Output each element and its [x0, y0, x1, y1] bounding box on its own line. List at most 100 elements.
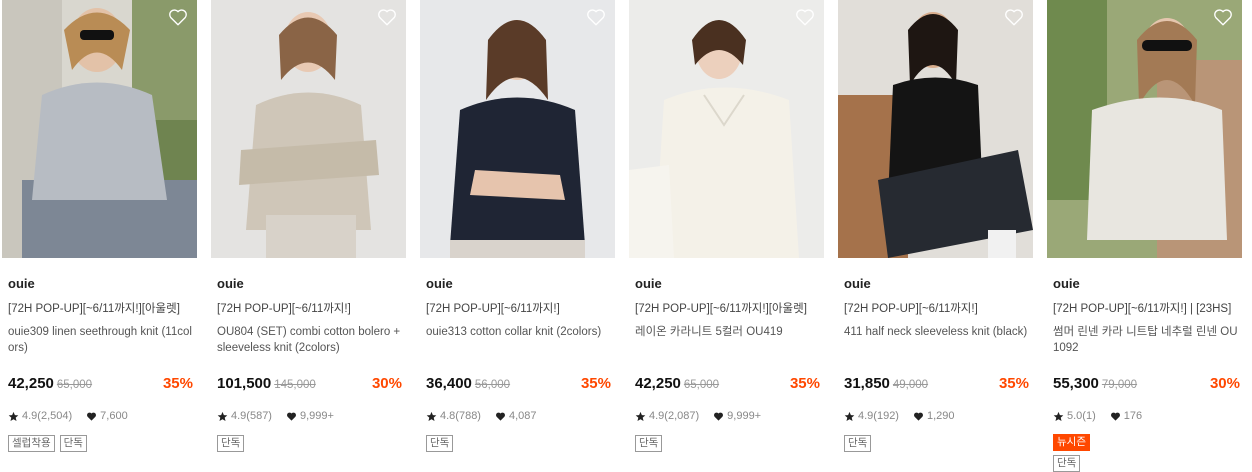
- price: 55,300 79,000: [1053, 375, 1137, 392]
- brand-name[interactable]: ouie: [8, 276, 35, 291]
- sale-price: 36,400: [426, 375, 472, 392]
- promo-text: [72H POP-UP][~6/11까지!][아울렛]: [635, 303, 807, 315]
- product-name[interactable]: OU804 (SET) combi cotton bolero + sleeve…: [217, 324, 403, 356]
- promo-text: [72H POP-UP][~6/11까지!]: [217, 303, 351, 315]
- likes-count: 7,600: [100, 410, 128, 422]
- product-grid: ouie [72H POP-UP][~6/11까지!][아울렛] ouie309…: [0, 0, 1252, 472]
- product-name[interactable]: ouie309 linen seethrough knit (11colors): [8, 324, 194, 356]
- star-icon: [8, 411, 19, 422]
- tag-list: 단독: [635, 435, 825, 452]
- price: 31,850 49,000: [844, 375, 928, 392]
- sale-price: 31,850: [844, 375, 890, 392]
- tag-list: 단독: [217, 435, 407, 452]
- likes-count: 9,999+: [299, 410, 334, 422]
- product-image[interactable]: [629, 0, 824, 258]
- likes-count: 1,290: [926, 410, 955, 422]
- discount-rate: 35%: [580, 375, 611, 392]
- likes-count: 176: [1123, 410, 1143, 422]
- heart-outline-icon[interactable]: [167, 6, 189, 28]
- product-image[interactable]: [420, 0, 615, 258]
- brand-name[interactable]: ouie: [844, 276, 871, 291]
- product-name[interactable]: 썸머 린넨 카라 니트탑 네추럴 린넨 OU1092: [1053, 324, 1239, 356]
- tag-list: 단독: [426, 435, 616, 452]
- promo-text: [72H POP-UP][~6/11까지!]: [426, 303, 560, 315]
- brand-name[interactable]: ouie: [217, 276, 244, 291]
- rating: 4.9(2,504): [22, 410, 73, 422]
- tag-celeb: 셀럽착용: [8, 435, 55, 452]
- star-icon: [844, 411, 855, 422]
- heart-outline-icon[interactable]: [1003, 6, 1025, 28]
- heart-filled-icon: [286, 411, 297, 422]
- original-price: 145,000: [274, 379, 316, 391]
- product-meta: 4.9(2,087) 9,999+: [635, 410, 761, 422]
- star-icon: [1053, 411, 1064, 422]
- heart-outline-icon[interactable]: [376, 6, 398, 28]
- star-icon: [217, 411, 228, 422]
- price: 36,400 56,000: [426, 375, 510, 392]
- heart-filled-icon: [1110, 411, 1121, 422]
- product-image[interactable]: [211, 0, 406, 258]
- tag-exclusive: 단독: [844, 435, 872, 452]
- discount-rate: 35%: [998, 375, 1029, 392]
- heart-outline-icon[interactable]: [1212, 6, 1234, 28]
- star-icon: [426, 411, 437, 422]
- rating: 4.9(587): [231, 410, 272, 422]
- tag-exclusive: 단독: [1053, 455, 1081, 472]
- price: 101,500 145,000: [217, 375, 316, 392]
- original-price: 65,000: [683, 379, 720, 391]
- heart-outline-icon[interactable]: [585, 6, 607, 28]
- heart-filled-icon: [495, 411, 506, 422]
- promo-text: [72H POP-UP][~6/11까지!] | [23HS]: [1053, 303, 1232, 315]
- sale-price: 55,300: [1053, 375, 1099, 392]
- product-card[interactable]: ouie [72H POP-UP][~6/11까지!] OU804 (SET) …: [211, 0, 406, 470]
- heart-outline-icon[interactable]: [794, 6, 816, 28]
- tag-exclusive: 단독: [635, 435, 663, 452]
- product-card[interactable]: ouie [72H POP-UP][~6/11까지!][아울렛] ouie309…: [2, 0, 197, 470]
- product-image[interactable]: [2, 0, 197, 258]
- heart-filled-icon: [913, 411, 924, 422]
- product-image[interactable]: [838, 0, 1033, 258]
- heart-filled-icon: [86, 411, 97, 422]
- product-meta: 5.0(1) 176: [1053, 410, 1142, 422]
- rating: 4.9(2,087): [649, 410, 700, 422]
- brand-name[interactable]: ouie: [426, 276, 453, 291]
- tag-list: 뉴시즌 단독: [1053, 434, 1243, 472]
- tag-list: 셀럽착용 단독: [8, 435, 198, 452]
- product-image[interactable]: [1047, 0, 1242, 258]
- rating: 5.0(1): [1067, 410, 1096, 422]
- tag-list: 단독: [844, 435, 1034, 452]
- product-card[interactable]: ouie [72H POP-UP][~6/11까지!][아울렛] 레이온 카라니…: [629, 0, 824, 470]
- star-icon: [635, 411, 646, 422]
- price: 42,250 65,000: [635, 375, 719, 392]
- product-name[interactable]: 레이온 카라니트 5컬러 OU419: [635, 324, 821, 340]
- product-card[interactable]: ouie [72H POP-UP][~6/11까지!] ouie313 cott…: [420, 0, 615, 470]
- heart-filled-icon: [713, 411, 724, 422]
- tag-exclusive: 단독: [217, 435, 245, 452]
- sale-price: 101,500: [217, 375, 272, 392]
- discount-rate: 35%: [162, 375, 193, 392]
- promo-text: [72H POP-UP][~6/11까지!]: [844, 303, 978, 315]
- original-price: 56,000: [474, 379, 511, 391]
- product-meta: 4.9(192) 1,290: [844, 410, 955, 422]
- tag-exclusive: 단독: [59, 435, 87, 452]
- tag-exclusive: 단독: [426, 435, 454, 452]
- rating: 4.8(788): [440, 410, 481, 422]
- product-name[interactable]: ouie313 cotton collar knit (2colors): [426, 324, 612, 340]
- tag-new-season: 뉴시즌: [1053, 434, 1090, 451]
- product-name[interactable]: 411 half neck sleeveless knit (black): [844, 324, 1030, 340]
- discount-rate: 30%: [1209, 375, 1240, 392]
- product-card[interactable]: ouie [72H POP-UP][~6/11까지!] 411 half nec…: [838, 0, 1033, 470]
- promo-text: [72H POP-UP][~6/11까지!][아울렛]: [8, 303, 180, 315]
- discount-rate: 30%: [371, 375, 402, 392]
- original-price: 65,000: [56, 379, 93, 391]
- product-meta: 4.9(587) 9,999+: [217, 410, 334, 422]
- product-meta: 4.8(788) 4,087: [426, 410, 537, 422]
- brand-name[interactable]: ouie: [1053, 276, 1080, 291]
- product-card[interactable]: ouie [72H POP-UP][~6/11까지!] | [23HS] 썸머 …: [1047, 0, 1243, 472]
- original-price: 79,000: [1101, 379, 1138, 391]
- rating: 4.9(192): [858, 410, 899, 422]
- price: 42,250 65,000: [8, 375, 92, 392]
- brand-name[interactable]: ouie: [635, 276, 662, 291]
- likes-count: 4,087: [508, 410, 537, 422]
- sale-price: 42,250: [635, 375, 681, 392]
